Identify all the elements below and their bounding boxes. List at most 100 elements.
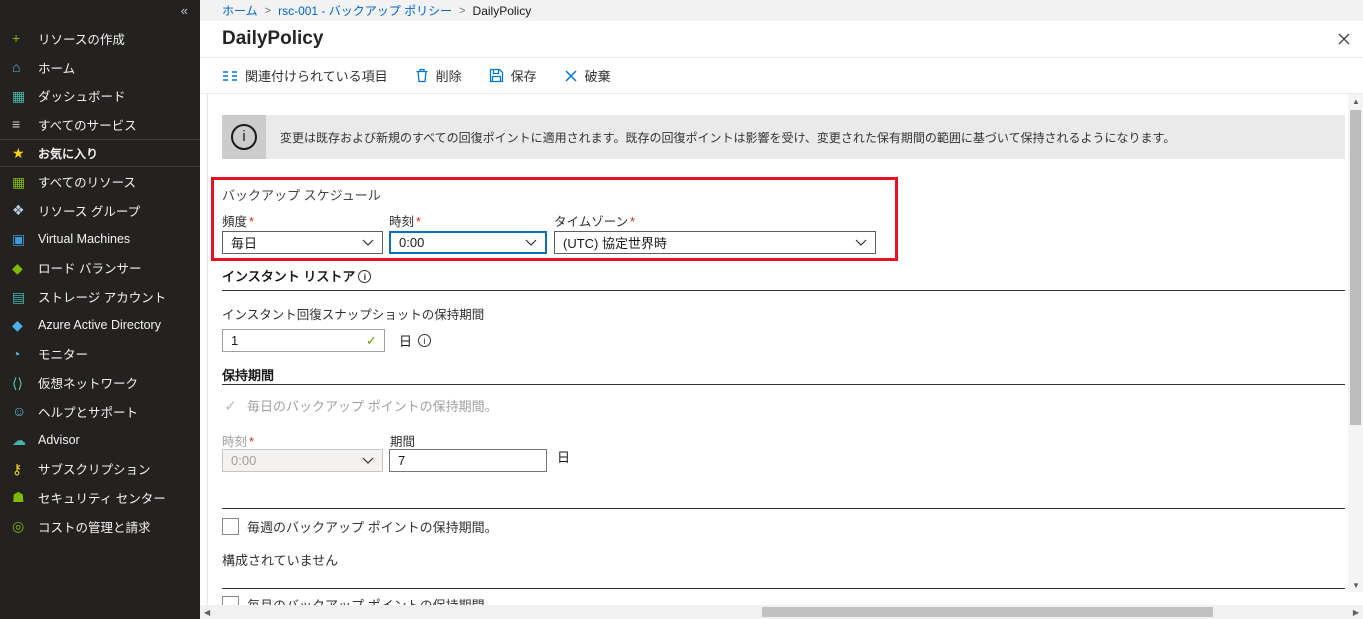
- vertical-scrollbar-thumb[interactable]: [1350, 110, 1361, 425]
- horizontal-scrollbar-thumb[interactable]: [762, 607, 1213, 617]
- unit-label: 日: [399, 334, 413, 349]
- scroll-left-arrow-icon[interactable]: ◀: [204, 608, 210, 617]
- diamond-icon: ◆: [12, 259, 23, 276]
- sidebar-item-label: Azure Active Directory: [38, 318, 161, 333]
- info-icon[interactable]: [358, 270, 372, 283]
- sidebar-item-home[interactable]: ⌂ ホーム: [0, 53, 200, 82]
- sidebar-item-label: サブスクリプション: [38, 463, 151, 478]
- sidebar-nav: + リソースの作成 ⌂ ホーム ▦ ダッシュボード ≡ すべてのサービス ★ お…: [0, 22, 200, 540]
- checked-checkbox-disabled-icon: ✓: [224, 397, 237, 415]
- weekly-retention-checkbox-label: 毎週のバックアップ ポイントの保持期間。: [247, 520, 498, 535]
- scroll-up-arrow-icon[interactable]: ▲: [1352, 97, 1360, 106]
- sidebar-item-subscriptions[interactable]: ⚷ サブスクリプション: [0, 454, 200, 483]
- sidebar-item-resource-groups[interactable]: ❖ リソース グループ: [0, 196, 200, 225]
- sidebar-item-label: お気に入り: [38, 146, 99, 161]
- chevron-down-icon: [362, 239, 374, 246]
- breadcrumb: ホーム > rsc-001 - バックアップ ポリシー > DailyPolic…: [200, 0, 1363, 21]
- info-banner-text: 変更は既存および新規のすべての回復ポイントに適用されます。既存の回復ポイントは影…: [280, 130, 1176, 145]
- sidebar-item-cost-management[interactable]: ◎ コストの管理と請求: [0, 512, 200, 541]
- scroll-down-arrow-icon[interactable]: ▼: [1352, 581, 1360, 590]
- scroll-right-arrow-icon[interactable]: ▶: [1353, 608, 1359, 617]
- section-divider: [222, 290, 1345, 291]
- sidebar-collapse-button[interactable]: «: [0, 0, 200, 22]
- sidebar-item-label: ロード バランサー: [38, 262, 142, 277]
- info-icon[interactable]: [418, 334, 432, 347]
- home-icon: ⌂: [12, 59, 21, 76]
- daily-time-label: 時刻 *: [222, 435, 254, 449]
- chevron-down-icon: [362, 457, 374, 464]
- associated-items-icon: [222, 69, 238, 83]
- weekly-retention-checkbox[interactable]: [222, 518, 239, 535]
- daily-time-dropdown: 0:00: [222, 449, 383, 472]
- sidebar-item-label: ストレージ アカウント: [38, 291, 167, 306]
- breadcrumb-home-link[interactable]: ホーム: [222, 2, 258, 19]
- sidebar-item-azure-active-directory[interactable]: ◆ Azure Active Directory: [0, 311, 200, 340]
- sidebar-item-create-resource[interactable]: + リソースの作成: [0, 24, 200, 53]
- star-icon: ★: [12, 145, 25, 162]
- daily-retention-checkbox-label: 毎日のバックアップ ポイントの保持期間。: [247, 399, 498, 414]
- sidebar-item-all-services[interactable]: ≡ すべてのサービス: [0, 110, 200, 139]
- sidebar-item-dashboard[interactable]: ▦ ダッシュボード: [0, 81, 200, 110]
- sidebar-item-label: コストの管理と請求: [38, 520, 151, 535]
- valid-check-icon: ✓: [366, 332, 377, 348]
- daily-retention-checkbox-row: ✓ 毎日のバックアップ ポイントの保持期間。: [222, 396, 498, 415]
- cost-icon: ◎: [12, 518, 25, 535]
- sidebar-item-storage-accounts[interactable]: ▤ ストレージ アカウント: [0, 282, 200, 311]
- associated-items-button[interactable]: 関連付けられている項目: [222, 66, 388, 85]
- resource-group-icon: ❖: [12, 202, 25, 219]
- sidebar-item-label: Virtual Machines: [38, 232, 131, 247]
- monthly-retention-checkbox-label: 毎月のバックアップ ポイントの保持期間: [247, 595, 485, 605]
- horizontal-scrollbar[interactable]: ◀ ▶: [200, 605, 1363, 619]
- time-label: 時刻 *: [389, 215, 421, 229]
- frequency-label: 頻度 *: [222, 215, 254, 229]
- key-icon: ⚷: [12, 460, 23, 477]
- sidebar-item-label: ホーム: [38, 61, 76, 76]
- breadcrumb-backup-policies-link[interactable]: rsc-001 - バックアップ ポリシー: [278, 2, 452, 19]
- close-icon[interactable]: [1335, 30, 1353, 48]
- duration-label: 期間: [390, 435, 416, 449]
- sidebar-item-security-center[interactable]: ☗ セキュリティ センター: [0, 483, 200, 512]
- time-dropdown[interactable]: 0:00: [389, 231, 547, 254]
- section-divider: [222, 588, 1345, 589]
- sidebar-item-label: モニター: [38, 348, 89, 363]
- blade-edge-divider: [207, 94, 208, 605]
- duration-input[interactable]: [389, 449, 547, 472]
- sidebar-item-virtual-machines[interactable]: ▣ Virtual Machines: [0, 225, 200, 254]
- save-button[interactable]: 保存: [489, 66, 537, 85]
- snapshot-retention-input[interactable]: [222, 329, 385, 352]
- breadcrumb-separator: >: [459, 4, 466, 17]
- network-icon: ⟨⟩: [12, 374, 23, 391]
- chevron-down-icon: [525, 239, 537, 246]
- weekly-retention-checkbox-row: 毎週のバックアップ ポイントの保持期間。: [222, 517, 498, 536]
- backup-schedule-section-title: バックアップ スケジュール: [222, 188, 381, 203]
- sidebar-item-virtual-network[interactable]: ⟨⟩ 仮想ネットワーク: [0, 368, 200, 397]
- sidebar-item-all-resources[interactable]: ▦ すべてのリソース: [0, 167, 200, 196]
- monthly-retention-checkbox[interactable]: [222, 596, 239, 605]
- sidebar-item-favorites[interactable]: ★ お気に入り: [0, 138, 200, 168]
- sidebar-item-label: リソースの作成: [38, 32, 125, 47]
- sidebar-item-help-support[interactable]: ☺ ヘルプとサポート: [0, 397, 200, 426]
- discard-button[interactable]: 破棄: [564, 66, 611, 85]
- section-divider: [222, 384, 1345, 385]
- list-icon: ≡: [12, 116, 21, 133]
- sidebar-item-label: セキュリティ センター: [38, 491, 166, 506]
- sidebar-item-load-balancer[interactable]: ◆ ロード バランサー: [0, 254, 200, 283]
- weekly-not-configured-status: 構成されていません: [222, 553, 339, 568]
- section-divider: [222, 508, 1345, 509]
- vertical-scrollbar[interactable]: ▲ ▼: [1348, 94, 1363, 592]
- delete-button[interactable]: 削除: [415, 66, 462, 85]
- sidebar-item-label: リソース グループ: [38, 204, 141, 219]
- gauge-icon: ◔: [12, 345, 21, 362]
- sidebar-item-advisor[interactable]: ☁ Advisor: [0, 426, 200, 455]
- save-icon: [489, 68, 504, 83]
- monthly-retention-checkbox-row: 毎月のバックアップ ポイントの保持期間: [222, 595, 485, 605]
- page-title: DailyPolicy: [222, 28, 324, 49]
- breadcrumb-current: DailyPolicy: [472, 3, 532, 18]
- frequency-dropdown[interactable]: 毎日: [222, 231, 383, 254]
- retention-section-title: 保持期間: [222, 368, 275, 383]
- sidebar-item-label: すべてのサービス: [38, 118, 137, 133]
- trash-icon: [415, 68, 429, 83]
- sidebar-item-monitor[interactable]: ◔ モニター: [0, 340, 200, 369]
- timezone-dropdown[interactable]: (UTC) 協定世界時: [554, 231, 876, 254]
- monitor-screen-icon: ▣: [12, 231, 26, 248]
